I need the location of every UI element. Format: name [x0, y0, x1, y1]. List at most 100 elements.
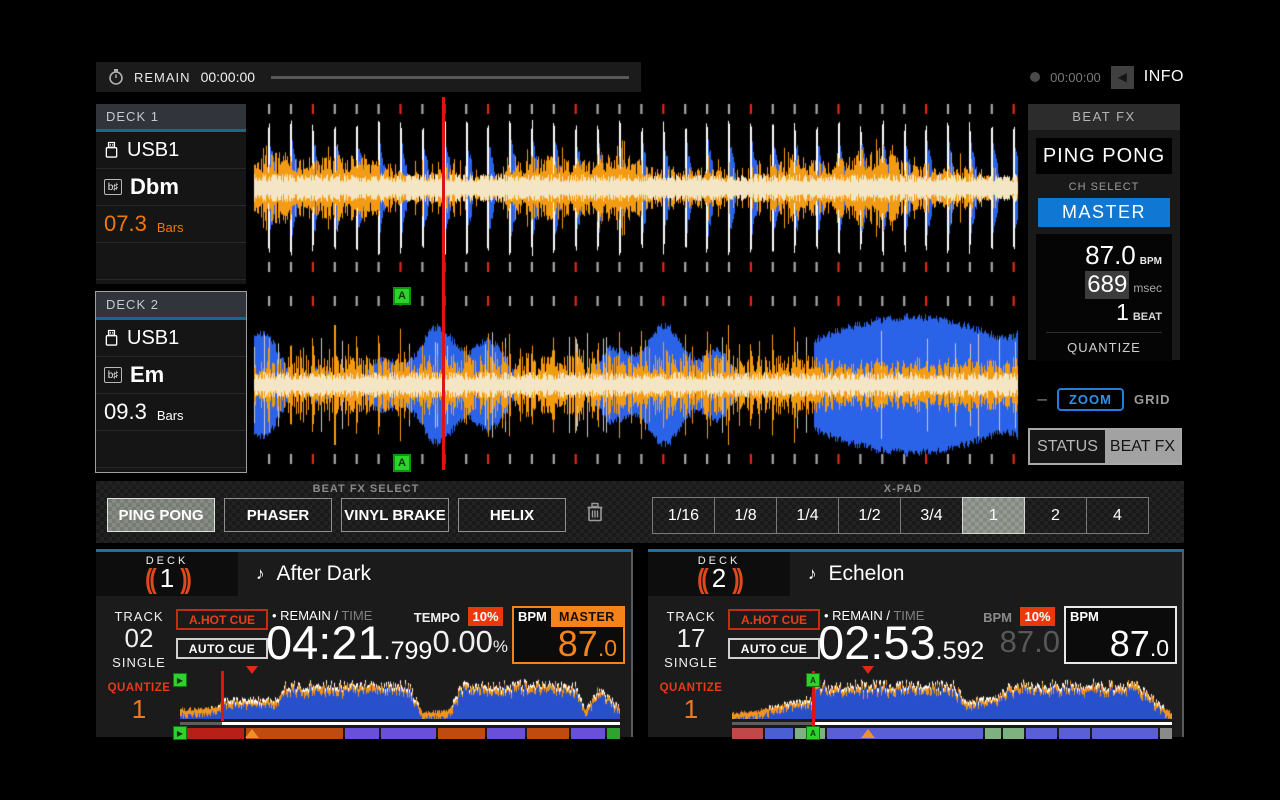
phrase-segment [180, 728, 244, 739]
auto-cue-button[interactable]: AUTO CUE [176, 638, 268, 659]
cue-glyph: A [810, 729, 816, 738]
zoom-button[interactable]: ZOOM [1057, 388, 1124, 411]
bpm-integer: 87 [558, 627, 598, 661]
deck1-bars-row: 07.3 Bars [96, 206, 246, 243]
phrase-bar[interactable] [732, 728, 1172, 739]
deck-paren-right: )) [180, 565, 189, 593]
fx-name-display[interactable]: PING PONG [1036, 138, 1172, 174]
quantize-button[interactable]: QUANTIZE [1046, 332, 1162, 361]
phrase-segment [732, 728, 763, 739]
recording-time: 00:00:00 [1050, 70, 1101, 85]
info-label[interactable]: INFO [1144, 68, 1184, 86]
phrase-segment [1160, 728, 1172, 739]
trash-icon[interactable] [586, 502, 604, 522]
deck1-source-row: USB1 [96, 132, 246, 169]
grid-button[interactable]: GRID [1134, 392, 1171, 407]
beat-fx-select-label: BEAT FX SELECT [266, 483, 466, 495]
deck2-overview-waveform[interactable] [732, 675, 1172, 719]
tab-status[interactable]: STATUS [1030, 430, 1105, 463]
deck1-empty-row [96, 243, 246, 280]
music-note-icon: ♪ [808, 564, 817, 584]
deck2-source-row: USB1 [96, 320, 246, 357]
deck2-cue-a-badge[interactable]: A [393, 454, 411, 472]
channel-select-button[interactable]: MASTER [1038, 198, 1170, 227]
xpad-cell-1-16[interactable]: 1/16 [652, 497, 715, 534]
fx-button-phaser[interactable]: PHASER [224, 498, 332, 532]
bpm-integer: 87 [1110, 627, 1150, 661]
key-icon: b♯ [104, 179, 122, 195]
deck1-bars-unit: Bars [157, 220, 184, 235]
deck1-waveform[interactable] [250, 96, 1022, 290]
xpad-cell-1[interactable]: 1 [962, 497, 1025, 534]
phrase-cue-marker[interactable]: A [806, 726, 820, 740]
tab-beat-fx[interactable]: BEAT FX [1105, 430, 1180, 463]
deck2-number-box[interactable]: DECK ((2)) [648, 552, 790, 596]
cue-glyph: A [810, 676, 816, 685]
remain-time: 00:00:00 [201, 69, 256, 85]
fx-button-vinyl-brake[interactable]: VINYL BRAKE [341, 498, 449, 532]
bpm-label: BPM [1066, 608, 1103, 627]
deck2-track-title[interactable]: ♪Echelon [808, 552, 904, 596]
deck1-number-box[interactable]: DECK ((1)) [96, 552, 238, 596]
quantize-label: QUANTIZE [648, 682, 734, 694]
deck-paren-left: (( [697, 565, 706, 593]
xpad-cell-2[interactable]: 2 [1024, 497, 1087, 534]
phrase-segment [345, 728, 379, 739]
phrase-segment [487, 728, 525, 739]
deck1-overview-waveform[interactable] [180, 675, 620, 719]
fx-strip: BEAT FX SELECT PING PONG PHASER VINYL BRAK… [96, 481, 1184, 543]
fx-beat-value: 1 [1116, 299, 1129, 326]
deck2-source-name: USB1 [127, 327, 179, 350]
bpm-decimal: .0 [598, 635, 617, 662]
track-title-text: After Dark [277, 562, 372, 586]
fx-button-helix[interactable]: HELIX [458, 498, 566, 532]
back-arrow-icon: ◀ [1118, 70, 1127, 84]
overview-cue-marker[interactable]: A [806, 673, 820, 687]
x-pad-label: X-PAD [803, 483, 1003, 495]
fx-select-buttons: PING PONG PHASER VINYL BRAKE HELIX [107, 498, 566, 532]
phrase-segment [571, 728, 605, 739]
deck1-source-panel[interactable]: DECK 1 USB1 b♯ Dbm 07.3 Bars [96, 104, 246, 284]
bpm-row: 87.0BPM [1046, 240, 1162, 271]
zoom-minus-button[interactable]: – [1038, 389, 1047, 409]
phrase-position-triangle [861, 729, 875, 738]
xpad-cell-1-4[interactable]: 1/4 [776, 497, 839, 534]
tempo-label: TEMPO [396, 610, 460, 625]
usb-icon [104, 329, 119, 347]
hot-cue-button[interactable]: A.HOT CUE [176, 609, 268, 630]
ch-select-label: CH SELECT [1028, 181, 1180, 193]
deck1-source-name: USB1 [127, 139, 179, 162]
deck1-cue-a-badge[interactable]: A [393, 287, 411, 305]
deck2-bars-row: 09.3 Bars [96, 394, 246, 431]
overview-playhead [221, 671, 224, 721]
stopwatch-icon [108, 68, 124, 86]
beat-fx-values: 87.0BPM 689msec 1BEAT QUANTIZE [1036, 234, 1172, 361]
phrase-segment [1003, 728, 1024, 739]
play-mode: SINGLE [96, 655, 182, 670]
auto-cue-button[interactable]: AUTO CUE [728, 638, 820, 659]
deck1-track-title[interactable]: ♪After Dark [256, 552, 371, 596]
deck2-key-value: Em [130, 362, 164, 388]
deck2-source-panel[interactable]: DECK 2 USB1 b♯ Em 09.3 Bars [96, 292, 246, 472]
xpad-cell-4[interactable]: 4 [1086, 497, 1149, 534]
fx-button-ping-pong[interactable]: PING PONG [107, 498, 215, 532]
phrase-cue-marker[interactable]: ▶ [173, 726, 187, 740]
xpad-cell-1-8[interactable]: 1/8 [714, 497, 777, 534]
deck-paren-right: )) [732, 565, 741, 593]
deck-number: 1 [160, 563, 174, 593]
back-arrow-button[interactable]: ◀ [1111, 66, 1134, 89]
overview-cue-marker[interactable]: ▶ [173, 673, 187, 687]
fx-beat-unit: BEAT [1133, 311, 1162, 323]
track-progress-bar[interactable] [271, 76, 629, 79]
hot-cue-button[interactable]: A.HOT CUE [728, 609, 820, 630]
xpad-cell-1-2[interactable]: 1/2 [838, 497, 901, 534]
xpad-cell-3-4[interactable]: 3/4 [900, 497, 963, 534]
fx-bpm-value: 87.0 [1085, 240, 1136, 271]
deck1-key-row: b♯ Dbm [96, 169, 246, 206]
fx-msec-value[interactable]: 689 [1085, 271, 1129, 299]
tempo-number: 0.00 [433, 624, 493, 660]
tempo-unit: % [493, 637, 508, 657]
tempo-label: BPM [948, 610, 1012, 625]
deck2-waveform[interactable] [250, 290, 1022, 475]
tempo-value: 0.00% [376, 624, 508, 660]
